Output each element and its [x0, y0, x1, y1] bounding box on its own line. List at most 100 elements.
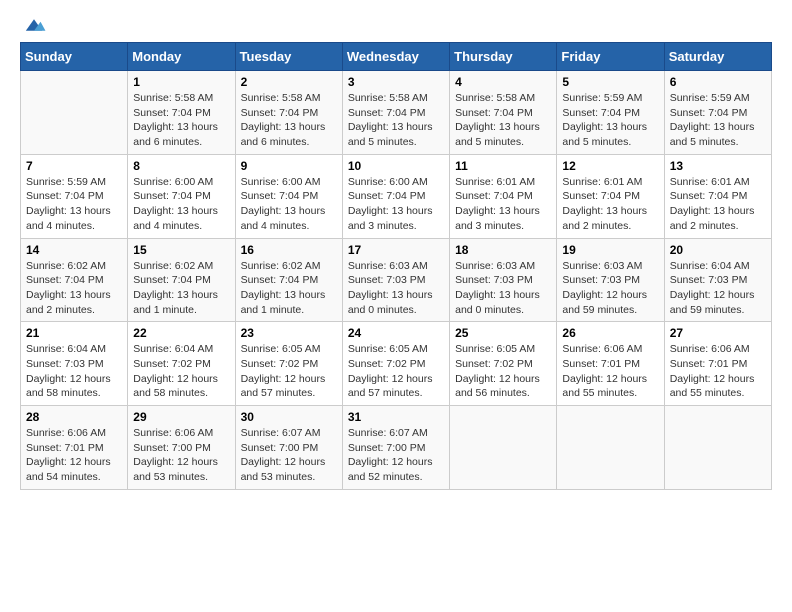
day-number: 10 [348, 159, 444, 173]
week-row-1: 1 Sunrise: 5:58 AMSunset: 7:04 PMDaylight… [21, 71, 772, 155]
day-info: Sunrise: 6:00 AMSunset: 7:04 PMDaylight:… [348, 175, 444, 234]
calendar-cell [664, 406, 771, 490]
calendar-cell: 26 Sunrise: 6:06 AMSunset: 7:01 PMDayligh… [557, 322, 664, 406]
calendar-cell [21, 71, 128, 155]
day-info: Sunrise: 6:04 AMSunset: 7:03 PMDaylight:… [670, 259, 766, 318]
week-row-2: 7 Sunrise: 5:59 AMSunset: 7:04 PMDaylight… [21, 154, 772, 238]
calendar-cell: 19Sunrise: 6:03 AMSunset: 7:03 PMDayligh… [557, 238, 664, 322]
day-info: Sunrise: 5:58 AMSunset: 7:04 PMDaylight:… [348, 91, 444, 150]
day-info: Sunrise: 6:05 AMSunset: 7:02 PMDaylight:… [455, 342, 551, 401]
day-number: 30 [241, 410, 337, 424]
day-info: Sunrise: 5:58 AMSunset: 7:04 PMDaylight:… [241, 91, 337, 150]
calendar-cell: 29Sunrise: 6:06 AMSunset: 7:00 PMDayligh… [128, 406, 235, 490]
calendar-cell: 22Sunrise: 6:04 AMSunset: 7:02 PMDayligh… [128, 322, 235, 406]
calendar-cell: 5 Sunrise: 5:59 AMSunset: 7:04 PMDaylight… [557, 71, 664, 155]
calendar-header: SundayMondayTuesdayWednesdayThursdayFrid… [21, 43, 772, 71]
day-info: Sunrise: 6:04 AMSunset: 7:02 PMDaylight:… [133, 342, 229, 401]
day-number: 1 [133, 75, 229, 89]
calendar-cell: 7 Sunrise: 5:59 AMSunset: 7:04 PMDaylight… [21, 154, 128, 238]
day-number: 7 [26, 159, 122, 173]
day-info: Sunrise: 6:02 AMSunset: 7:04 PMDaylight:… [133, 259, 229, 318]
calendar-cell: 9 Sunrise: 6:00 AMSunset: 7:04 PMDaylight… [235, 154, 342, 238]
day-number: 6 [670, 75, 766, 89]
calendar-cell: 17Sunrise: 6:03 AMSunset: 7:03 PMDayligh… [342, 238, 449, 322]
weekday-header-wednesday: Wednesday [342, 43, 449, 71]
day-number: 3 [348, 75, 444, 89]
calendar-cell: 31 Sunrise: 6:07 AMSunset: 7:00 PMDayligh… [342, 406, 449, 490]
week-row-3: 14 Sunrise: 6:02 AMSunset: 7:04 PMDayligh… [21, 238, 772, 322]
day-number: 27 [670, 326, 766, 340]
day-info: Sunrise: 6:01 AMSunset: 7:04 PMDaylight:… [670, 175, 766, 234]
day-number: 26 [562, 326, 658, 340]
calendar-cell: 21Sunrise: 6:04 AMSunset: 7:03 PMDayligh… [21, 322, 128, 406]
calendar-cell [557, 406, 664, 490]
day-number: 24 [348, 326, 444, 340]
calendar-cell: 1 Sunrise: 5:58 AMSunset: 7:04 PMDaylight… [128, 71, 235, 155]
logo [20, 16, 46, 34]
weekday-header-saturday: Saturday [664, 43, 771, 71]
weekday-header-tuesday: Tuesday [235, 43, 342, 71]
day-info: Sunrise: 6:06 AMSunset: 7:01 PMDaylight:… [562, 342, 658, 401]
day-info: Sunrise: 6:04 AMSunset: 7:03 PMDaylight:… [26, 342, 122, 401]
day-number: 23 [241, 326, 337, 340]
day-info: Sunrise: 6:00 AMSunset: 7:04 PMDaylight:… [241, 175, 337, 234]
day-number: 31 [348, 410, 444, 424]
day-info: Sunrise: 6:05 AMSunset: 7:02 PMDaylight:… [241, 342, 337, 401]
calendar-cell: 27 Sunrise: 6:06 AMSunset: 7:01 PMDayligh… [664, 322, 771, 406]
day-number: 20 [670, 243, 766, 257]
logo-icon [22, 16, 46, 34]
calendar-cell: 10 Sunrise: 6:00 AMSunset: 7:04 PMDayligh… [342, 154, 449, 238]
weekday-header-sunday: Sunday [21, 43, 128, 71]
calendar-cell: 30Sunrise: 6:07 AMSunset: 7:00 PMDayligh… [235, 406, 342, 490]
day-info: Sunrise: 6:03 AMSunset: 7:03 PMDaylight:… [562, 259, 658, 318]
day-info: Sunrise: 6:07 AMSunset: 7:00 PMDaylight:… [348, 426, 444, 485]
calendar-cell: 4 Sunrise: 5:58 AMSunset: 7:04 PMDaylight… [450, 71, 557, 155]
calendar-cell: 15 Sunrise: 6:02 AMSunset: 7:04 PMDayligh… [128, 238, 235, 322]
weekday-header-monday: Monday [128, 43, 235, 71]
day-info: Sunrise: 5:59 AMSunset: 7:04 PMDaylight:… [562, 91, 658, 150]
calendar-cell: 11 Sunrise: 6:01 AMSunset: 7:04 PMDayligh… [450, 154, 557, 238]
day-number: 17 [348, 243, 444, 257]
day-number: 13 [670, 159, 766, 173]
calendar-cell: 24 Sunrise: 6:05 AMSunset: 7:02 PMDayligh… [342, 322, 449, 406]
day-number: 12 [562, 159, 658, 173]
calendar-cell: 25 Sunrise: 6:05 AMSunset: 7:02 PMDayligh… [450, 322, 557, 406]
day-number: 4 [455, 75, 551, 89]
day-info: Sunrise: 5:59 AMSunset: 7:04 PMDaylight:… [26, 175, 122, 234]
day-number: 28 [26, 410, 122, 424]
day-info: Sunrise: 6:00 AMSunset: 7:04 PMDaylight:… [133, 175, 229, 234]
calendar-cell: 6 Sunrise: 5:59 AMSunset: 7:04 PMDaylight… [664, 71, 771, 155]
day-info: Sunrise: 6:03 AMSunset: 7:03 PMDaylight:… [455, 259, 551, 318]
calendar-cell: 14 Sunrise: 6:02 AMSunset: 7:04 PMDayligh… [21, 238, 128, 322]
day-number: 11 [455, 159, 551, 173]
day-info: Sunrise: 6:05 AMSunset: 7:02 PMDaylight:… [348, 342, 444, 401]
day-number: 5 [562, 75, 658, 89]
day-info: Sunrise: 6:06 AMSunset: 7:01 PMDaylight:… [26, 426, 122, 485]
day-number: 16 [241, 243, 337, 257]
page-header [20, 16, 772, 34]
calendar-body: 1 Sunrise: 5:58 AMSunset: 7:04 PMDaylight… [21, 71, 772, 490]
day-number: 9 [241, 159, 337, 173]
calendar-cell: 12 Sunrise: 6:01 AMSunset: 7:04 PMDayligh… [557, 154, 664, 238]
calendar-cell: 3 Sunrise: 5:58 AMSunset: 7:04 PMDaylight… [342, 71, 449, 155]
day-number: 15 [133, 243, 229, 257]
day-number: 2 [241, 75, 337, 89]
weekday-header-friday: Friday [557, 43, 664, 71]
calendar-table: SundayMondayTuesdayWednesdayThursdayFrid… [20, 42, 772, 490]
calendar-cell: 13 Sunrise: 6:01 AMSunset: 7:04 PMDayligh… [664, 154, 771, 238]
day-number: 25 [455, 326, 551, 340]
week-row-5: 28 Sunrise: 6:06 AMSunset: 7:01 PMDayligh… [21, 406, 772, 490]
day-info: Sunrise: 6:02 AMSunset: 7:04 PMDaylight:… [241, 259, 337, 318]
day-number: 18 [455, 243, 551, 257]
calendar-cell: 18 Sunrise: 6:03 AMSunset: 7:03 PMDayligh… [450, 238, 557, 322]
day-number: 14 [26, 243, 122, 257]
day-info: Sunrise: 6:01 AMSunset: 7:04 PMDaylight:… [455, 175, 551, 234]
weekday-header-thursday: Thursday [450, 43, 557, 71]
day-info: Sunrise: 6:06 AMSunset: 7:01 PMDaylight:… [670, 342, 766, 401]
day-info: Sunrise: 5:58 AMSunset: 7:04 PMDaylight:… [133, 91, 229, 150]
day-number: 29 [133, 410, 229, 424]
day-info: Sunrise: 5:59 AMSunset: 7:04 PMDaylight:… [670, 91, 766, 150]
day-info: Sunrise: 6:02 AMSunset: 7:04 PMDaylight:… [26, 259, 122, 318]
day-info: Sunrise: 6:01 AMSunset: 7:04 PMDaylight:… [562, 175, 658, 234]
day-info: Sunrise: 5:58 AMSunset: 7:04 PMDaylight:… [455, 91, 551, 150]
